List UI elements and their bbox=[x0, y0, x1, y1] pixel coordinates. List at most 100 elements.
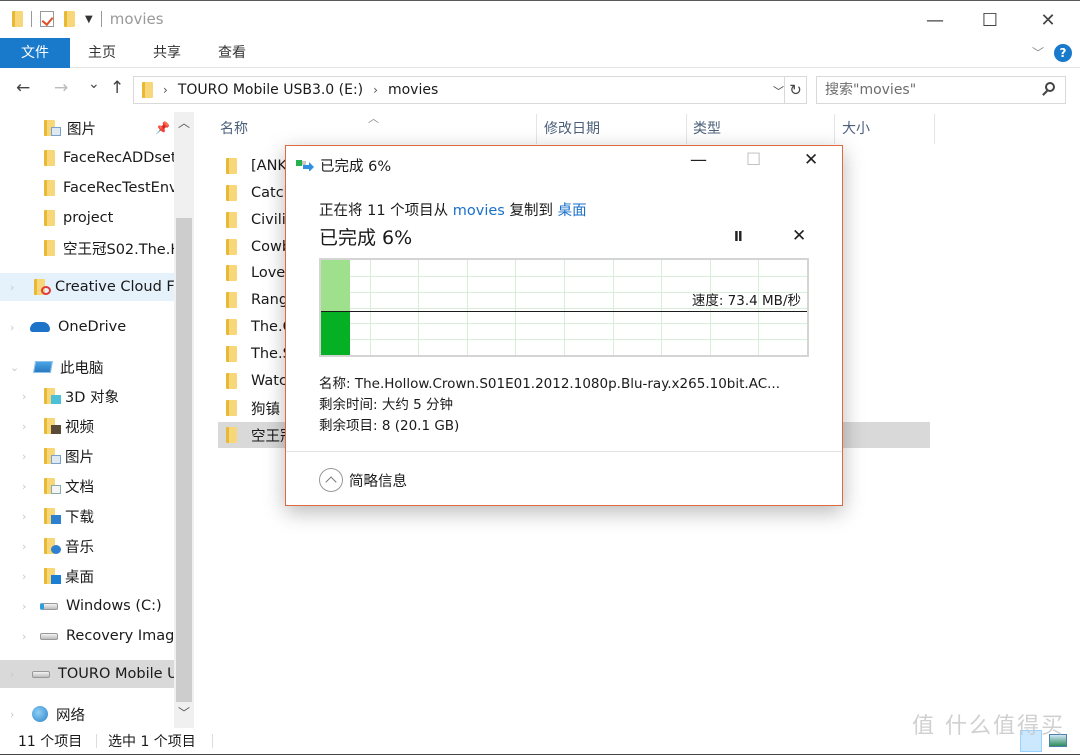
help-icon[interactable]: ? bbox=[1054, 44, 1072, 62]
sidebar-item-windows-c[interactable]: › Windows (C:) bbox=[0, 592, 174, 620]
sidebar-item-downloads[interactable]: › 下载 bbox=[0, 502, 174, 530]
chevron-down-icon[interactable]: ⌄ bbox=[10, 361, 19, 374]
chevron-right-icon[interactable]: › bbox=[22, 510, 26, 523]
scroll-down-icon[interactable]: ﹀ bbox=[178, 704, 190, 721]
3d-objects-icon bbox=[44, 388, 61, 404]
column-divider[interactable] bbox=[686, 114, 687, 144]
new-folder-icon[interactable] bbox=[64, 11, 75, 27]
sidebar-item-label: 图片 bbox=[65, 449, 94, 466]
tab-home[interactable]: 主页 bbox=[86, 38, 118, 68]
properties-icon[interactable] bbox=[40, 11, 54, 27]
sidebar-item-desktop[interactable]: › 桌面 bbox=[0, 562, 174, 590]
sidebar-item-label: 音乐 bbox=[65, 539, 94, 556]
chevron-right-icon[interactable]: › bbox=[22, 630, 26, 643]
chevron-right-icon[interactable]: › bbox=[10, 321, 14, 334]
sidebar-item-recovery[interactable]: › Recovery Image (D:) bbox=[0, 622, 174, 650]
dialog-close-button[interactable]: ✕ bbox=[804, 150, 818, 170]
sidebar-item-label: 图片 bbox=[67, 121, 96, 138]
cancel-copy-button[interactable]: ✕ bbox=[792, 226, 806, 246]
sidebar-item-facerectestenv[interactable]: FaceRecTestEnv bbox=[0, 174, 174, 202]
sidebar-item-hollow-crown[interactable]: 空王冠S02.The.Hollow bbox=[0, 234, 174, 262]
sidebar-item-music[interactable]: › 音乐 bbox=[0, 532, 174, 560]
grid-line-vertical bbox=[661, 260, 662, 355]
chevron-right-icon[interactable]: › bbox=[22, 450, 26, 463]
forward-button[interactable]: → bbox=[54, 78, 68, 98]
column-header-type[interactable]: 类型 bbox=[693, 118, 721, 138]
close-button[interactable]: ✕ bbox=[1025, 1, 1071, 39]
tab-file[interactable]: 文件 bbox=[0, 38, 70, 68]
chevron-right-icon[interactable]: › bbox=[22, 600, 26, 613]
chevron-right-icon[interactable]: › bbox=[10, 668, 14, 681]
item-count: 11 个项目 bbox=[18, 734, 83, 750]
search-icon[interactable] bbox=[1045, 82, 1055, 92]
pause-button[interactable]: II bbox=[734, 230, 743, 245]
column-header-name[interactable]: 名称 bbox=[220, 118, 248, 138]
progress-percent-label: 已完成 6% bbox=[319, 227, 413, 249]
pin-icon[interactable]: 📌 bbox=[155, 121, 170, 135]
chevron-right-icon[interactable]: › bbox=[22, 420, 26, 433]
sidebar-item-this-pc[interactable]: ⌄ 此电脑 bbox=[0, 353, 174, 381]
items-remaining: 剩余项目: 8 (20.1 GB) bbox=[319, 418, 460, 434]
chevron-right-icon[interactable]: › bbox=[373, 83, 378, 97]
sidebar-scrollbar[interactable]: ︿ ﹀ bbox=[174, 112, 194, 728]
sidebar-item-project[interactable]: project bbox=[0, 204, 174, 232]
folder-icon bbox=[226, 427, 237, 443]
tab-share[interactable]: 共享 bbox=[151, 38, 183, 68]
column-header-size[interactable]: 大小 bbox=[842, 118, 870, 138]
chevron-right-icon[interactable]: › bbox=[22, 480, 26, 493]
sidebar-item-3d-objects[interactable]: › 3D 对象 bbox=[0, 382, 174, 410]
title-bar: ▼ movies — ☐ ✕ bbox=[0, 0, 1080, 38]
refresh-icon[interactable]: ↻ bbox=[784, 77, 806, 103]
current-file-name: 名称: The.Hollow.Crown.S01E01.2012.1080p.B… bbox=[319, 376, 780, 392]
sidebar-item-facerecaddset[interactable]: FaceRecADDset bbox=[0, 144, 174, 172]
destination-link[interactable]: 桌面 bbox=[558, 203, 587, 219]
sidebar-item-pictures[interactable]: › 图片 bbox=[0, 442, 174, 470]
chevron-right-icon[interactable]: › bbox=[163, 83, 168, 97]
up-button[interactable]: ↑ bbox=[110, 78, 124, 98]
chevron-right-icon[interactable]: › bbox=[10, 281, 14, 294]
speed-history-area bbox=[321, 311, 350, 355]
tab-view[interactable]: 查看 bbox=[216, 38, 248, 68]
recent-locations-button[interactable]: ⌄ bbox=[88, 76, 100, 92]
chevron-right-icon[interactable]: › bbox=[10, 708, 14, 721]
documents-icon bbox=[44, 478, 61, 494]
sidebar-item-label: 此电脑 bbox=[60, 360, 104, 377]
column-divider[interactable] bbox=[834, 114, 835, 144]
usb-drive-icon bbox=[32, 670, 50, 678]
scrollbar-thumb[interactable] bbox=[176, 218, 192, 702]
sidebar-item-touro-drive[interactable]: › TOURO Mobile USB3.0 (E:) bbox=[0, 660, 174, 688]
fewer-details-button[interactable]: 简略信息 bbox=[319, 468, 407, 492]
sidebar-item-videos[interactable]: › 视频 bbox=[0, 412, 174, 440]
customize-toolbar-icon[interactable]: ▼ bbox=[85, 14, 93, 25]
column-divider[interactable] bbox=[536, 114, 537, 144]
chevron-right-icon[interactable]: › bbox=[22, 540, 26, 553]
column-divider[interactable] bbox=[934, 114, 935, 144]
folder-icon bbox=[226, 185, 237, 201]
address-bar[interactable]: › TOURO Mobile USB3.0 (E:) › movies ﹀ ↻ bbox=[133, 76, 807, 104]
sidebar-item-documents[interactable]: › 文档 bbox=[0, 472, 174, 500]
copy-progress-dialog: 已完成 6% — ☐ ✕ 正在将 11 个项目从 movies 复制到 桌面 已… bbox=[285, 145, 843, 506]
breadcrumb-drive[interactable]: TOURO Mobile USB3.0 (E:) bbox=[178, 82, 363, 98]
copy-description: 正在将 11 个项目从 movies 复制到 桌面 bbox=[319, 199, 587, 220]
search-box[interactable] bbox=[816, 76, 1066, 104]
address-history-icon[interactable]: ﹀ bbox=[773, 83, 784, 99]
expand-ribbon-icon[interactable]: ﹀ bbox=[1032, 44, 1044, 61]
maximize-button[interactable]: ☐ bbox=[967, 1, 1013, 39]
sidebar-item-creative-cloud[interactable]: › Creative Cloud Files bbox=[0, 273, 174, 301]
minimize-button[interactable]: — bbox=[912, 1, 958, 39]
sidebar-item-onedrive[interactable]: › OneDrive bbox=[0, 313, 174, 341]
sidebar-item-network[interactable]: › 网络 bbox=[0, 700, 174, 728]
search-input[interactable] bbox=[817, 77, 1027, 103]
source-link[interactable]: movies bbox=[453, 203, 505, 219]
scroll-up-icon[interactable]: ︿ bbox=[178, 114, 190, 131]
sidebar-item-pictures-pinned[interactable]: 图片 📌 bbox=[0, 114, 174, 142]
breadcrumb-movies[interactable]: movies bbox=[388, 82, 438, 98]
chevron-right-icon[interactable]: › bbox=[22, 570, 26, 583]
navigation-bar: ← → ⌄ ↑ › TOURO Mobile USB3.0 (E:) › mov… bbox=[0, 70, 1080, 110]
column-header-date[interactable]: 修改日期 bbox=[544, 118, 600, 138]
grid-line-vertical bbox=[515, 260, 516, 355]
folder-icon bbox=[142, 82, 153, 98]
dialog-minimize-button[interactable]: — bbox=[690, 150, 707, 170]
chevron-right-icon[interactable]: › bbox=[22, 390, 26, 403]
back-button[interactable]: ← bbox=[16, 78, 30, 98]
